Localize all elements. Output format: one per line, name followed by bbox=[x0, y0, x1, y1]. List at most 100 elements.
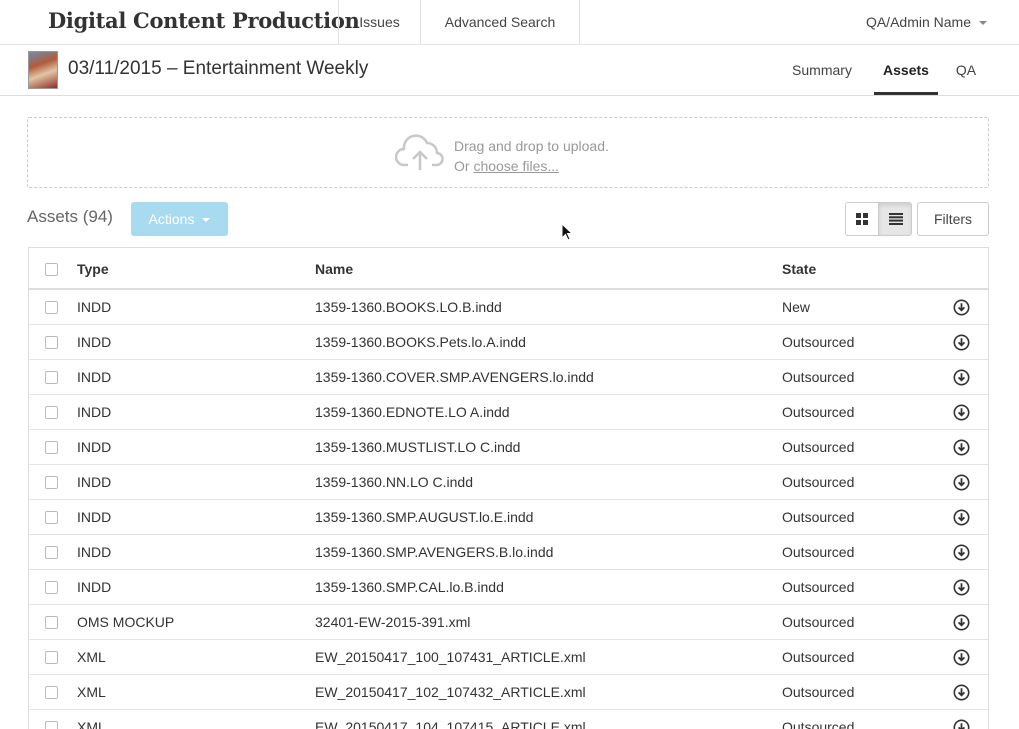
row-checkbox[interactable] bbox=[45, 686, 58, 699]
table-row[interactable]: XML EW_20150417_104_107415_ARTICLE.xml Out… bbox=[29, 710, 988, 729]
cell-state: Outsourced bbox=[782, 439, 855, 455]
row-checkbox[interactable] bbox=[45, 371, 58, 384]
row-checkbox[interactable] bbox=[45, 301, 58, 314]
tab-summary[interactable]: Summary bbox=[778, 45, 866, 95]
row-checkbox[interactable] bbox=[45, 616, 58, 629]
upload-line2-prefix: Or bbox=[454, 158, 474, 174]
cell-name[interactable]: 1359-1360.BOOKS.Pets.lo.A.indd bbox=[315, 334, 526, 350]
download-circle-icon[interactable] bbox=[953, 299, 970, 316]
row-checkbox[interactable] bbox=[45, 511, 58, 524]
tab-qa[interactable]: QA bbox=[946, 45, 986, 95]
row-checkbox[interactable] bbox=[45, 406, 58, 419]
cell-name[interactable]: 1359-1360.MUSTLIST.LO C.indd bbox=[315, 439, 520, 455]
cell-type: INDD bbox=[77, 509, 112, 525]
table-row[interactable]: INDD 1359-1360.BOOKS.LO.B.indd New bbox=[29, 290, 988, 325]
cell-type: OMS MOCKUP bbox=[77, 614, 175, 630]
user-menu[interactable]: QA/Admin Name bbox=[866, 0, 987, 44]
cell-state: Outsourced bbox=[782, 369, 855, 385]
upload-line1: Drag and drop to upload. bbox=[454, 138, 609, 154]
table-row[interactable]: INDD 1359-1360.EDNOTE.LO A.indd Outsourced bbox=[29, 395, 988, 430]
download-circle-icon[interactable] bbox=[953, 439, 970, 456]
column-header-state[interactable]: State bbox=[782, 261, 816, 277]
cloud-upload-icon bbox=[395, 134, 444, 170]
row-checkbox[interactable] bbox=[45, 476, 58, 489]
cell-name[interactable]: 1359-1360.BOOKS.LO.B.indd bbox=[315, 299, 502, 315]
tab-assets[interactable]: Assets bbox=[874, 45, 938, 95]
cell-state: Outsourced bbox=[782, 719, 855, 729]
grid-view-button[interactable] bbox=[846, 203, 879, 235]
download-circle-icon[interactable] bbox=[953, 509, 970, 526]
cell-state: Outsourced bbox=[782, 614, 855, 630]
select-all-checkbox[interactable] bbox=[45, 263, 58, 276]
nav-issues[interactable]: Issues bbox=[338, 0, 420, 44]
cell-type: INDD bbox=[77, 579, 112, 595]
download-circle-icon[interactable] bbox=[953, 334, 970, 351]
download-circle-icon[interactable] bbox=[953, 579, 970, 596]
grid-view-icon bbox=[856, 213, 868, 225]
download-circle-icon[interactable] bbox=[953, 719, 970, 729]
table-row[interactable]: INDD 1359-1360.SMP.CAL.lo.B.indd Outsource… bbox=[29, 570, 988, 605]
cell-name[interactable]: EW_20150417_102_107432_ARTICLE.xml bbox=[315, 684, 586, 700]
table-row[interactable]: INDD 1359-1360.SMP.AUGUST.lo.E.indd Outsou… bbox=[29, 500, 988, 535]
row-checkbox[interactable] bbox=[45, 581, 58, 594]
table-row[interactable]: INDD 1359-1360.SMP.AVENGERS.B.lo.indd Outs… bbox=[29, 535, 988, 570]
row-checkbox[interactable] bbox=[45, 441, 58, 454]
download-circle-icon[interactable] bbox=[953, 684, 970, 701]
cell-state: Outsourced bbox=[782, 544, 855, 560]
row-checkbox[interactable] bbox=[45, 336, 58, 349]
table-row[interactable]: INDD 1359-1360.BOOKS.Pets.lo.A.indd Outsou… bbox=[29, 325, 988, 360]
cell-state: Outsourced bbox=[782, 474, 855, 490]
table-row[interactable]: INDD 1359-1360.NN.LO C.indd Outsourced bbox=[29, 465, 988, 500]
cell-state: Outsourced bbox=[782, 579, 855, 595]
choose-files-link[interactable]: choose files... bbox=[473, 158, 559, 174]
actions-button[interactable]: Actions bbox=[131, 202, 228, 236]
list-view-icon bbox=[888, 213, 903, 225]
cell-state: Outsourced bbox=[782, 404, 855, 420]
row-checkbox[interactable] bbox=[45, 721, 58, 729]
download-circle-icon[interactable] bbox=[953, 404, 970, 421]
cell-type: INDD bbox=[77, 369, 112, 385]
table-row[interactable]: XML EW_20150417_100_107431_ARTICLE.xml Out… bbox=[29, 640, 988, 675]
issue-cover-thumbnail bbox=[28, 51, 58, 89]
table-row[interactable]: OMS MOCKUP 32401-EW-2015-391.xml Outsource… bbox=[29, 605, 988, 640]
cell-type: XML bbox=[77, 719, 106, 729]
cell-name[interactable]: EW_20150417_100_107431_ARTICLE.xml bbox=[315, 649, 586, 665]
cell-type: INDD bbox=[77, 474, 112, 490]
cell-state: Outsourced bbox=[782, 649, 855, 665]
row-checkbox[interactable] bbox=[45, 651, 58, 664]
column-header-name[interactable]: Name bbox=[315, 261, 353, 277]
table-row[interactable]: INDD 1359-1360.MUSTLIST.LO C.indd Outsourc… bbox=[29, 430, 988, 465]
app-brand[interactable]: Digital Content Production bbox=[48, 8, 360, 33]
cell-name[interactable]: 32401-EW-2015-391.xml bbox=[315, 614, 470, 630]
cell-state: Outsourced bbox=[782, 509, 855, 525]
list-view-button[interactable] bbox=[879, 203, 911, 235]
download-circle-icon[interactable] bbox=[953, 369, 970, 386]
cell-name[interactable]: 1359-1360.NN.LO C.indd bbox=[315, 474, 473, 490]
download-circle-icon[interactable] bbox=[953, 614, 970, 631]
download-circle-icon[interactable] bbox=[953, 474, 970, 491]
row-checkbox[interactable] bbox=[45, 546, 58, 559]
table-header: Type Name State bbox=[29, 248, 988, 290]
cell-type: XML bbox=[77, 684, 106, 700]
table-row[interactable]: INDD 1359-1360.COVER.SMP.AVENGERS.lo.indd… bbox=[29, 360, 988, 395]
filters-button[interactable]: Filters bbox=[917, 202, 989, 236]
assets-table: Type Name State INDD 1359-1360.BOOKS.LO.B… bbox=[28, 247, 989, 729]
cell-name[interactable]: 1359-1360.COVER.SMP.AVENGERS.lo.indd bbox=[315, 369, 594, 385]
cell-name[interactable]: 1359-1360.EDNOTE.LO A.indd bbox=[315, 404, 510, 420]
upload-dropzone[interactable]: Drag and drop to upload. Or choose files… bbox=[27, 117, 989, 188]
download-circle-icon[interactable] bbox=[953, 649, 970, 666]
cell-name[interactable]: 1359-1360.SMP.AUGUST.lo.E.indd bbox=[315, 509, 533, 525]
download-circle-icon[interactable] bbox=[953, 544, 970, 561]
cell-type: INDD bbox=[77, 404, 112, 420]
table-row[interactable]: XML EW_20150417_102_107432_ARTICLE.xml Out… bbox=[29, 675, 988, 710]
cell-state: New bbox=[782, 299, 811, 315]
assets-count: Assets (94) bbox=[27, 207, 113, 226]
cell-state: Outsourced bbox=[782, 334, 855, 350]
issue-title: 03/11/2015 – Entertainment Weekly bbox=[68, 58, 369, 79]
column-header-type[interactable]: Type bbox=[77, 261, 109, 277]
cell-name[interactable]: EW_20150417_104_107415_ARTICLE.xml bbox=[315, 719, 586, 729]
nav-advanced-search[interactable]: Advanced Search bbox=[420, 0, 580, 44]
cell-name[interactable]: 1359-1360.SMP.AVENGERS.B.lo.indd bbox=[315, 544, 553, 560]
top-navbar: Digital Content Production Issues Advanc… bbox=[0, 0, 1019, 45]
cell-name[interactable]: 1359-1360.SMP.CAL.lo.B.indd bbox=[315, 579, 504, 595]
